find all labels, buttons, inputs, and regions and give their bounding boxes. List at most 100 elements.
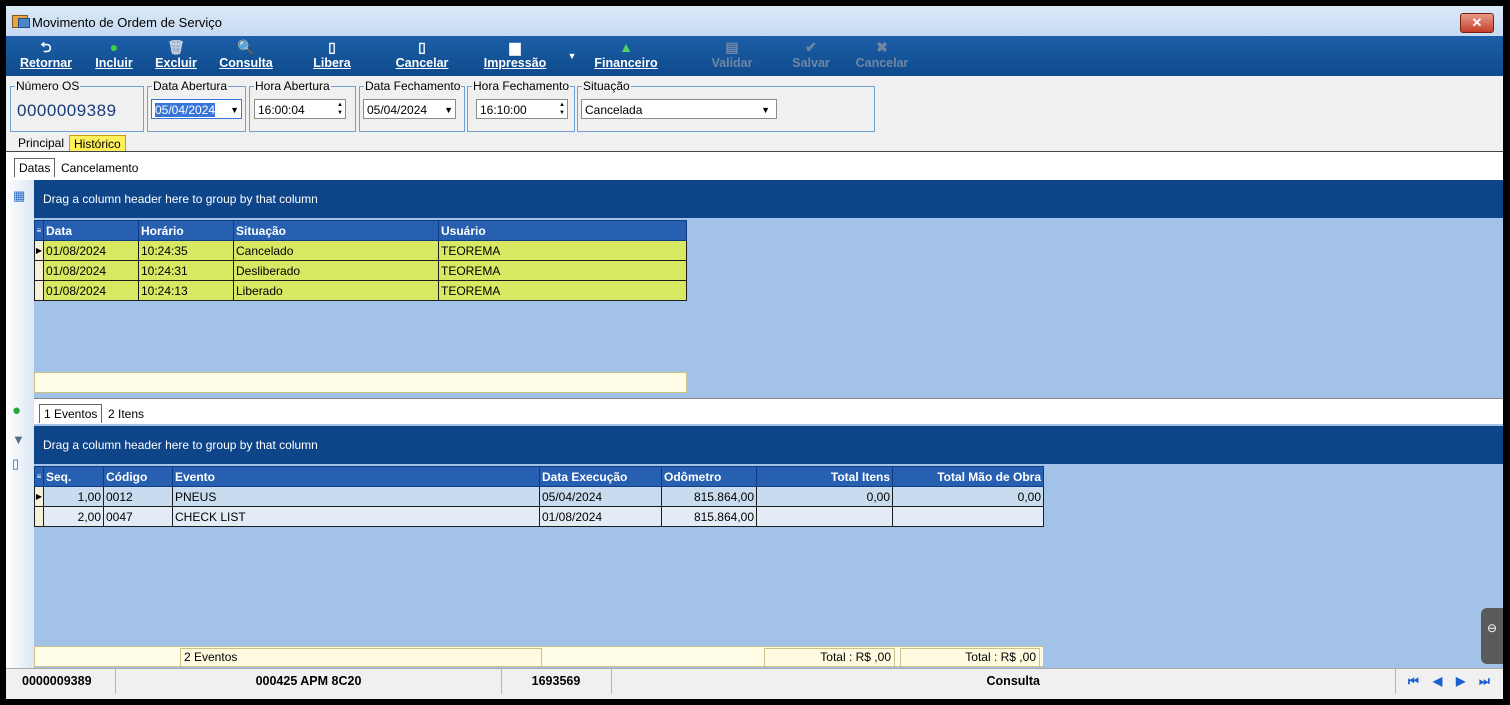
document-icon: ▯ [328,39,336,55]
col-total-itens[interactable]: Total Itens [756,466,893,487]
bottom-left-toolbar: ● ▼ ▯ [6,398,34,668]
group-by-bar[interactable]: Drag a column header here to group by th… [34,180,1503,218]
tab-datas[interactable]: Datas [14,158,56,177]
collapse-icon: ⊖ [1486,621,1498,635]
add-icon: ● [109,39,119,55]
impressao-button[interactable]: ▆ Impressão [480,39,550,70]
tab-itens[interactable]: 2 Itens [103,404,149,424]
excluir-button[interactable]: 🗑 Excluir [152,39,200,70]
col-horario[interactable]: Horário [138,220,234,241]
numero-os-value: 0000009389 [17,101,117,120]
data-fechamento-field[interactable]: 05/04/2024 ▼ [363,99,456,119]
eventos-count: 2 Eventos [180,648,542,667]
main-tabs: Principal Histórico [6,132,1503,153]
consulta-button[interactable]: 🔍 Consulta [216,39,276,70]
status-modo: Consulta [611,669,1396,694]
document-icon[interactable]: ▯ [12,456,19,472]
search-icon: 🔍 [237,39,255,55]
toolbar: ⮌ Retornar ● Incluir 🗑 Excluir 🔍 Consult… [6,36,1503,76]
financeiro-button[interactable]: ▲ Financeiro [591,39,661,70]
col-usuario[interactable]: Usuário [438,220,687,241]
chevron-down-icon[interactable]: ▼ [444,100,453,120]
chevron-down-icon[interactable]: ▼ [761,100,770,120]
data-fechamento-group: Data Fechamento 05/04/2024 ▼ [359,79,465,132]
column-chooser-icon[interactable]: ≡ [34,220,44,241]
hora-fechamento-group: Hora Fechamento 16:10:00 ▲ ▼ [467,79,575,132]
data-abertura-group: Data Abertura 05/04/2024 ▼ [147,79,246,132]
hora-fechamento-field[interactable]: 16:10:00 ▲ ▼ [476,99,568,119]
add-icon[interactable]: ● [12,402,21,419]
impressao-dropdown[interactable]: ▼ [566,48,578,62]
col-odometro[interactable]: Odômetro [661,466,757,487]
column-chooser-icon[interactable]: ≡ [34,466,44,487]
situacao-select[interactable]: Cancelada ▼ [581,99,777,119]
tab-eventos[interactable]: 1 Eventos [39,404,103,423]
last-record-icon[interactable]: ⏭ [1479,674,1490,689]
status-veiculo: 000425 APM 8C20 [116,669,502,694]
app-icon [12,15,30,28]
main-window: Movimento de Ordem de Serviço ✕ ⮌ Retorn… [6,6,1503,699]
salvar-button[interactable]: ✔ Salvar [786,39,836,70]
status-bar: 0000009389 000425 APM 8C20 1693569 Consu… [6,668,1503,694]
datas-grid: ≡ Data Horário Situação Usuário ▶ 01/08/… [34,220,687,301]
spinner-icon[interactable]: ▲ ▼ [337,101,343,117]
spinner-icon[interactable]: ▲ ▼ [559,101,565,117]
trash-icon[interactable]: ▼ [12,432,25,447]
cancelar-edit-button[interactable]: ✖ Cancelar [852,39,912,70]
bottom-tabs-strip: 1 Eventos 2 Itens [6,398,1503,425]
trash-icon: 🗑 [167,39,185,55]
grid-settings-icon[interactable]: ▦ [13,188,25,204]
total-itens-summary: Total : R$ ,00 [764,648,895,667]
group-by-bar[interactable]: Drag a column header here to group by th… [34,426,1503,464]
hora-abertura-group: Hora Abertura 16:00:04 ▲ ▼ [249,79,356,132]
chevron-down-icon[interactable]: ▼ [230,100,239,120]
previous-record-icon[interactable]: ◀ [1433,674,1442,688]
situacao-group: Situação Cancelada ▼ [577,79,875,132]
validate-icon: ▤ [725,39,739,55]
hora-abertura-field[interactable]: 16:00:04 ▲ ▼ [254,99,346,119]
next-record-icon[interactable]: ▶ [1456,674,1465,688]
col-data[interactable]: Data [43,220,139,241]
side-panel-handle[interactable]: ⊖ [1481,608,1503,664]
check-icon: ✔ [805,39,817,55]
retornar-button[interactable]: ⮌ Retornar [16,39,76,70]
datas-footer [34,372,687,393]
total-mao-de-obra-summary: Total : R$ ,00 [900,648,1040,667]
col-situacao[interactable]: Situação [233,220,439,241]
printer-icon: ▆ [509,39,521,55]
col-total-mao-de-obra[interactable]: Total Mão de Obra [892,466,1044,487]
tab-cancelamento[interactable]: Cancelamento [56,158,143,178]
col-codigo[interactable]: Código [103,466,173,487]
data-abertura-field[interactable]: 05/04/2024 ▼ [151,99,242,119]
numero-os-group: Número OS 0000009389 [10,79,144,132]
eventos-panel: Drag a column header here to group by th… [34,424,1503,668]
top-left-toolbar: ▦ [6,180,34,398]
row-indicator-icon: ▶ [34,240,44,261]
document-cancel-icon: ▯ [418,39,426,55]
row-indicator-icon: ▶ [34,486,44,507]
title-bar: Movimento de Ordem de Serviço ✕ [6,6,1503,36]
datas-panel: Drag a column header here to group by th… [34,180,1503,398]
validar-button[interactable]: ▤ Validar [706,39,758,70]
status-os: 0000009389 [6,669,116,694]
incluir-button[interactable]: ● Incluir [90,39,138,70]
table-row[interactable]: 2,00 0047 CHECK LIST 01/08/2024 815.864,… [34,506,1044,527]
x-icon: ✖ [876,39,888,55]
table-row[interactable]: 01/08/2024 10:24:31 Desliberado TEOREMA [34,260,687,281]
first-record-icon[interactable]: ⏮ [1408,674,1419,689]
table-row[interactable]: ▶ 1,00 0012 PNEUS 05/04/2024 815.864,00 … [34,486,1044,507]
cancelar-button[interactable]: ▯ Cancelar [392,39,452,70]
chevron-down-icon: ▼ [567,51,577,61]
col-evento[interactable]: Evento [172,466,540,487]
table-row[interactable]: ▶ 01/08/2024 10:24:35 Cancelado TEOREMA [34,240,687,261]
tab-principal[interactable]: Principal [14,135,68,152]
table-row[interactable]: 01/08/2024 10:24:13 Liberado TEOREMA [34,280,687,301]
eventos-grid: ≡ Seq. Código Evento Data Execução Odôme… [34,466,1044,527]
os-header: Número OS 0000009389 Data Abertura 05/04… [6,76,1503,132]
libera-button[interactable]: ▯ Libera [308,39,356,70]
close-button[interactable]: ✕ [1460,13,1494,33]
money-icon: ▲ [619,39,633,55]
col-seq[interactable]: Seq. [43,466,104,487]
status-codigo: 1693569 [501,669,612,694]
col-data-execucao[interactable]: Data Execução [539,466,662,487]
